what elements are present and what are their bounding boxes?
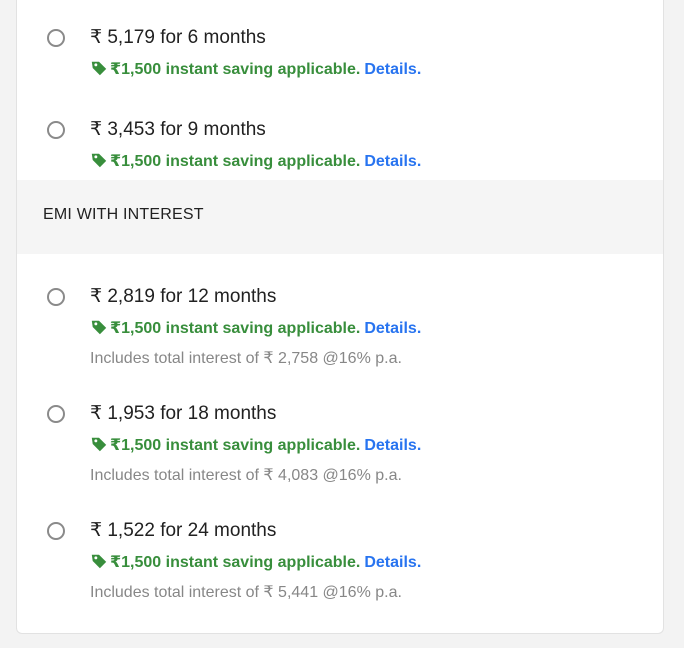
emi-option-title[interactable]: ₹ 5,179 for 6 months [90,26,266,49]
interest-info: Includes total interest of ₹ 4,083 @16% … [90,467,402,484]
price-tag-icon [91,320,107,334]
radio-button-icon[interactable] [47,29,65,47]
radio-button-icon[interactable] [47,405,65,423]
emi-option-title[interactable]: ₹ 1,522 for 24 months [90,519,276,542]
price-tag-icon [91,61,107,75]
details-link[interactable]: Details. [364,437,421,454]
instant-saving-line: ₹1,500 instant saving applicable. Details… [90,59,421,79]
radio-button-icon[interactable] [47,288,65,306]
interest-info: Includes total interest of ₹ 5,441 @16% … [90,584,402,601]
emi-option-title[interactable]: ₹ 2,819 for 12 months [90,285,276,308]
price-tag-icon [91,437,107,451]
instant-saving-text: ₹1,500 instant saving applicable. [110,554,361,571]
instant-saving-text: ₹1,500 instant saving applicable. [110,437,361,454]
details-link[interactable]: Details. [364,554,421,571]
instant-saving-line: ₹1,500 instant saving applicable. Details… [90,435,421,455]
price-tag-icon [91,554,107,568]
instant-saving-line: ₹1,500 instant saving applicable. Details… [90,318,421,338]
details-link[interactable]: Details. [364,61,421,78]
price-tag-icon [91,153,107,167]
interest-info: Includes total interest of ₹ 2,758 @16% … [90,350,402,367]
emi-with-interest-header: EMI WITH INTEREST [17,180,663,254]
instant-saving-text: ₹1,500 instant saving applicable. [110,61,361,78]
details-link[interactable]: Details. [364,320,421,337]
instant-saving-line: ₹1,500 instant saving applicable. Details… [90,151,421,171]
radio-button-icon[interactable] [47,522,65,540]
emi-option-title[interactable]: ₹ 1,953 for 18 months [90,402,276,425]
details-link[interactable]: Details. [364,153,421,170]
radio-button-icon[interactable] [47,121,65,139]
instant-saving-text: ₹1,500 instant saving applicable. [110,320,361,337]
instant-saving-text: ₹1,500 instant saving applicable. [110,153,361,170]
instant-saving-line: ₹1,500 instant saving applicable. Details… [90,552,421,572]
emi-options-card: ₹ 5,179 for 6 months ₹1,500 instant savi… [16,0,664,634]
emi-option-title[interactable]: ₹ 3,453 for 9 months [90,118,266,141]
section-heading: EMI WITH INTEREST [43,206,204,223]
